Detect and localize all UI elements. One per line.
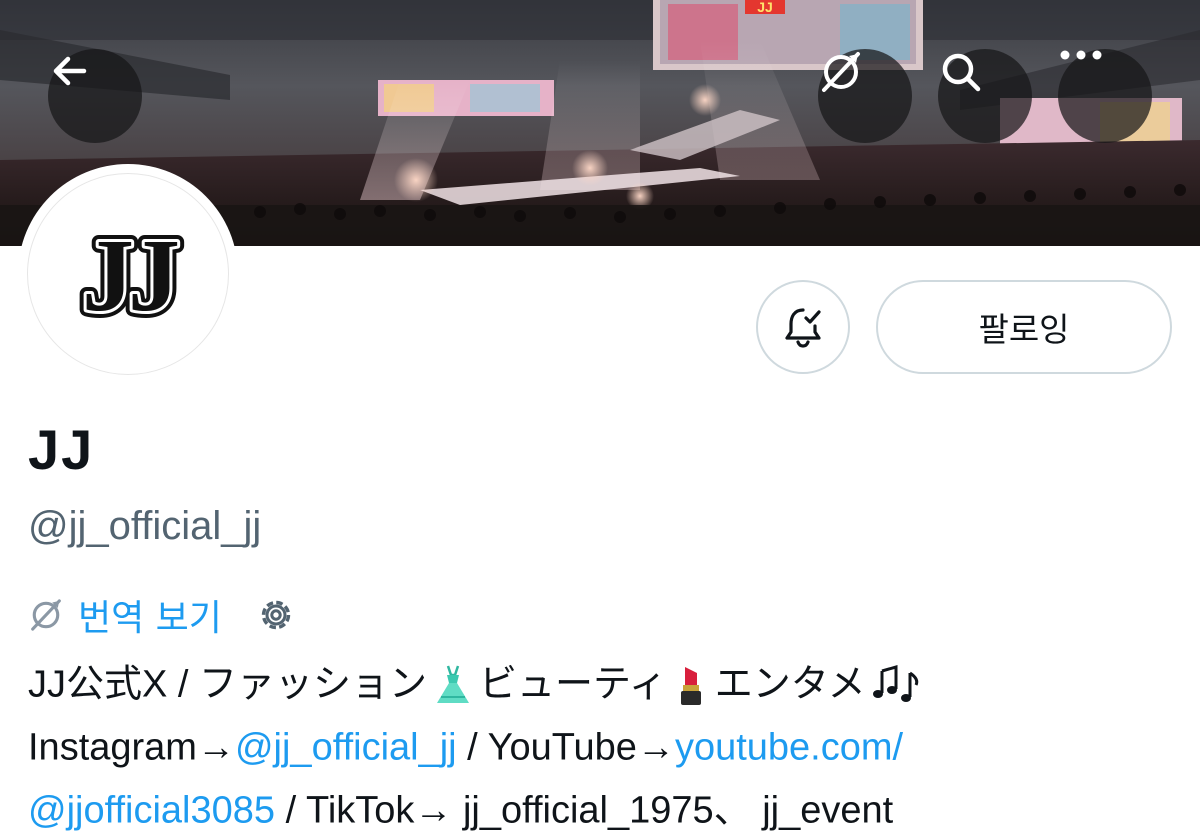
search-icon bbox=[942, 53, 981, 92]
translate-off-icon bbox=[31, 599, 61, 631]
lipstick-emoji-icon bbox=[680, 666, 701, 705]
instagram-link[interactable]: @jj_official_jj bbox=[235, 726, 457, 768]
search-button[interactable] bbox=[938, 49, 1032, 143]
jj-logo: JJ JJ JJ bbox=[75, 224, 191, 324]
notification-button[interactable] bbox=[756, 280, 850, 374]
svg-text:JJ: JJ bbox=[82, 224, 178, 324]
translate-label: 번역 보기 bbox=[78, 598, 222, 639]
bio-text: JJ公式X / ファッション bbox=[28, 663, 428, 706]
translate-bio-link[interactable]: 번역 보기 bbox=[28, 589, 222, 641]
youtube-link[interactable]: youtube.com/ bbox=[675, 726, 903, 768]
more-button[interactable] bbox=[1058, 49, 1152, 143]
bio-text: ビューティ bbox=[479, 663, 667, 706]
bio-line-1: JJ公式X / ファッション ビューティ エンタメ bbox=[28, 652, 1188, 715]
youtube-link-continued[interactable]: @jjofficial3085 bbox=[28, 789, 275, 831]
arrow-left-icon bbox=[53, 56, 87, 86]
translate-button[interactable] bbox=[818, 49, 912, 143]
profile-page: JJ JJ JJ JJ 팔로잉 JJ @jj_official_jj 번역 보기… bbox=[0, 0, 1200, 839]
avatar[interactable]: JJ JJ JJ bbox=[18, 164, 238, 384]
musical-notes-emoji-icon bbox=[872, 664, 918, 702]
back-button[interactable] bbox=[48, 49, 142, 143]
gear-icon bbox=[261, 600, 291, 630]
profile-bio: JJ公式X / ファッション ビューティ エンタメ Instagram→@jj_… bbox=[28, 652, 1188, 839]
translate-settings-button[interactable] bbox=[256, 595, 296, 635]
bio-text: / YouTube→ bbox=[456, 726, 675, 769]
translate-off-icon bbox=[822, 52, 860, 92]
translate-row: 번역 보기 bbox=[28, 588, 296, 642]
display-name: JJ bbox=[28, 418, 95, 481]
username-handle: @jj_official_jj bbox=[28, 504, 262, 548]
following-button[interactable]: 팔로잉 bbox=[876, 280, 1172, 374]
bio-line-2: Instagram→@jj_official_jj / YouTube→yout… bbox=[28, 715, 1188, 778]
bio-text: Instagram→ bbox=[28, 726, 235, 769]
banner-logo-text: JJ bbox=[757, 0, 773, 15]
bio-text: エンタメ bbox=[714, 663, 866, 706]
dress-emoji-icon bbox=[437, 665, 470, 703]
bio-text: / TikTok→ jj_official_1975、 jj_event bbox=[275, 789, 894, 832]
bell-check-icon bbox=[785, 308, 821, 348]
avatar-image: JJ JJ JJ bbox=[27, 173, 229, 375]
bio-line-3: @jjofficial3085 / TikTok→ jj_official_19… bbox=[28, 778, 1188, 839]
more-horizontal-icon bbox=[1060, 50, 1102, 60]
